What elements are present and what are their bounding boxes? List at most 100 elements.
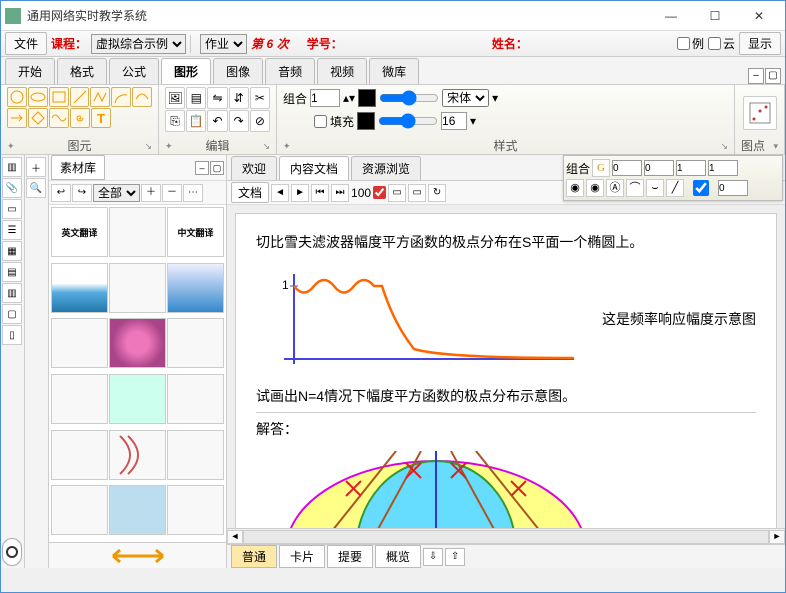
- fill-checkbox[interactable]: [314, 115, 327, 128]
- next-page-button[interactable]: ►: [291, 184, 309, 202]
- anchor-br-icon[interactable]: ◉: [586, 179, 604, 197]
- view-overview-tab[interactable]: 概览: [375, 545, 421, 568]
- tab-graphics[interactable]: 图形: [161, 58, 211, 84]
- arc-bot-icon[interactable]: ⌣: [646, 179, 664, 197]
- cloud-checkbox[interactable]: 云: [708, 35, 735, 52]
- copy-button[interactable]: ⎘: [165, 110, 185, 132]
- list-item[interactable]: [109, 430, 166, 480]
- shape-curve[interactable]: [132, 87, 152, 107]
- upload-button[interactable]: ⇧: [445, 548, 465, 566]
- list-item[interactable]: [167, 374, 224, 424]
- doctab-content[interactable]: 内容文档: [279, 156, 349, 180]
- line-opacity-slider[interactable]: [379, 90, 439, 106]
- list-item[interactable]: [51, 485, 108, 535]
- record-button[interactable]: [2, 538, 22, 566]
- shape-ellipse[interactable]: [28, 87, 48, 107]
- expand-style-icon[interactable]: ↘: [720, 139, 728, 154]
- list-item[interactable]: [109, 318, 166, 368]
- first-page-button[interactable]: ⏮: [311, 184, 329, 202]
- mat-fwd-button[interactable]: ↪: [72, 184, 92, 202]
- maximize-button[interactable]: ☐: [693, 2, 737, 30]
- tool-cal-icon[interactable]: ▥: [2, 283, 22, 303]
- tool-plus-icon[interactable]: ＋: [26, 157, 46, 177]
- thumbnail-grid[interactable]: 英文翻译 中文翻译: [49, 205, 226, 542]
- restore-ribbon-button[interactable]: ▢: [765, 68, 781, 84]
- tab-formula[interactable]: 公式: [109, 58, 159, 84]
- list-item[interactable]: [51, 318, 108, 368]
- float-y1[interactable]: [708, 160, 738, 176]
- tool-list-icon[interactable]: ☰: [2, 220, 22, 240]
- shape-line[interactable]: [70, 87, 90, 107]
- flip-v-button[interactable]: ⇵: [229, 87, 249, 109]
- stepper-icon[interactable]: ▴▾: [343, 91, 355, 105]
- float-v4[interactable]: [718, 180, 748, 196]
- file-menu[interactable]: 文件: [5, 32, 47, 55]
- course-select[interactable]: 虚拟综合示例: [91, 34, 186, 54]
- shape-polyline[interactable]: [90, 87, 110, 107]
- float-y0[interactable]: [644, 160, 674, 176]
- float-check[interactable]: [686, 180, 716, 196]
- fontsize-dropdown-icon[interactable]: ▾: [470, 114, 476, 128]
- tool-grid-icon[interactable]: ▦: [2, 241, 22, 261]
- list-item[interactable]: [167, 485, 224, 535]
- float-x1[interactable]: [676, 160, 706, 176]
- mat-max-button[interactable]: ▢: [210, 161, 224, 175]
- float-x0[interactable]: [612, 160, 642, 176]
- list-item[interactable]: [109, 374, 166, 424]
- doc-menu-button[interactable]: 文档: [231, 182, 269, 203]
- tool-book-icon[interactable]: ▯: [2, 325, 22, 345]
- graph-points-button[interactable]: [743, 96, 777, 130]
- list-item[interactable]: [109, 207, 166, 257]
- download-button[interactable]: ⇩: [423, 548, 443, 566]
- shape-vector[interactable]: [7, 108, 27, 128]
- thumb-header-cn[interactable]: 中文翻译: [167, 207, 224, 257]
- thumb-header-en[interactable]: 英文翻译: [51, 207, 108, 257]
- paste-button[interactable]: 📋: [186, 110, 206, 132]
- wand3-icon[interactable]: ✦: [283, 139, 291, 154]
- tool-folder-icon[interactable]: ▢: [2, 304, 22, 324]
- view-normal-tab[interactable]: 普通: [231, 545, 277, 568]
- mat-add-button[interactable]: ＋: [141, 184, 161, 202]
- horizontal-scrollbar[interactable]: ◄ ►: [227, 528, 785, 544]
- tab-audio[interactable]: 音频: [265, 58, 315, 84]
- mat-min-button[interactable]: –: [195, 161, 209, 175]
- shape-polygon[interactable]: [28, 108, 48, 128]
- expand-shapes-icon[interactable]: ↘: [144, 139, 152, 154]
- shape-text[interactable]: T: [91, 108, 111, 128]
- anchor-bl-icon[interactable]: ◉: [566, 179, 584, 197]
- scroll-left-button[interactable]: ◄: [227, 530, 243, 544]
- font-size-input[interactable]: [441, 112, 467, 130]
- mat-del-button[interactable]: －: [162, 184, 182, 202]
- minimize-button[interactable]: —: [649, 2, 693, 30]
- mat-back-button[interactable]: ↩: [51, 184, 71, 202]
- tab-image[interactable]: 图像: [213, 58, 263, 84]
- tool-table-icon[interactable]: ▤: [2, 262, 22, 282]
- doc-view1-button[interactable]: ▭: [388, 184, 406, 202]
- shape-circle[interactable]: [7, 87, 27, 107]
- tab-start[interactable]: 开始: [5, 58, 55, 84]
- last-page-button[interactable]: ⏭: [331, 184, 349, 202]
- list-item[interactable]: [109, 485, 166, 535]
- close-button[interactable]: ✕: [737, 2, 781, 30]
- flip-h-button[interactable]: ⇋: [207, 87, 227, 109]
- delete-button[interactable]: ⊘: [250, 110, 270, 132]
- doctab-resource[interactable]: 资源浏览: [351, 156, 421, 180]
- list-item[interactable]: [51, 430, 108, 480]
- float-g-button[interactable]: G: [592, 159, 610, 177]
- mat-filter-select[interactable]: 全部: [93, 184, 140, 202]
- tool-search-icon[interactable]: 🔍: [26, 178, 46, 198]
- tab-format[interactable]: 格式: [57, 58, 107, 84]
- doctab-welcome[interactable]: 欢迎: [231, 156, 277, 180]
- tool-pin-icon[interactable]: 📎: [2, 178, 22, 198]
- list-item[interactable]: [167, 263, 224, 313]
- fill-color-box[interactable]: [357, 112, 375, 130]
- view-question-tab[interactable]: 提要: [327, 545, 373, 568]
- homework-select[interactable]: 作业: [200, 34, 247, 54]
- doc-check1[interactable]: [373, 186, 386, 199]
- font-select[interactable]: 宋体: [442, 89, 489, 107]
- expand-edit-icon[interactable]: ↘: [262, 139, 270, 154]
- list-item[interactable]: [167, 430, 224, 480]
- example-checkbox[interactable]: 例: [677, 35, 704, 52]
- shape-arc[interactable]: [111, 87, 131, 107]
- document-view[interactable]: 切比雪夫滤波器幅度平方函数的极点分布在S平面一个椭圆上。 1 这是频率响应幅度示…: [227, 205, 785, 528]
